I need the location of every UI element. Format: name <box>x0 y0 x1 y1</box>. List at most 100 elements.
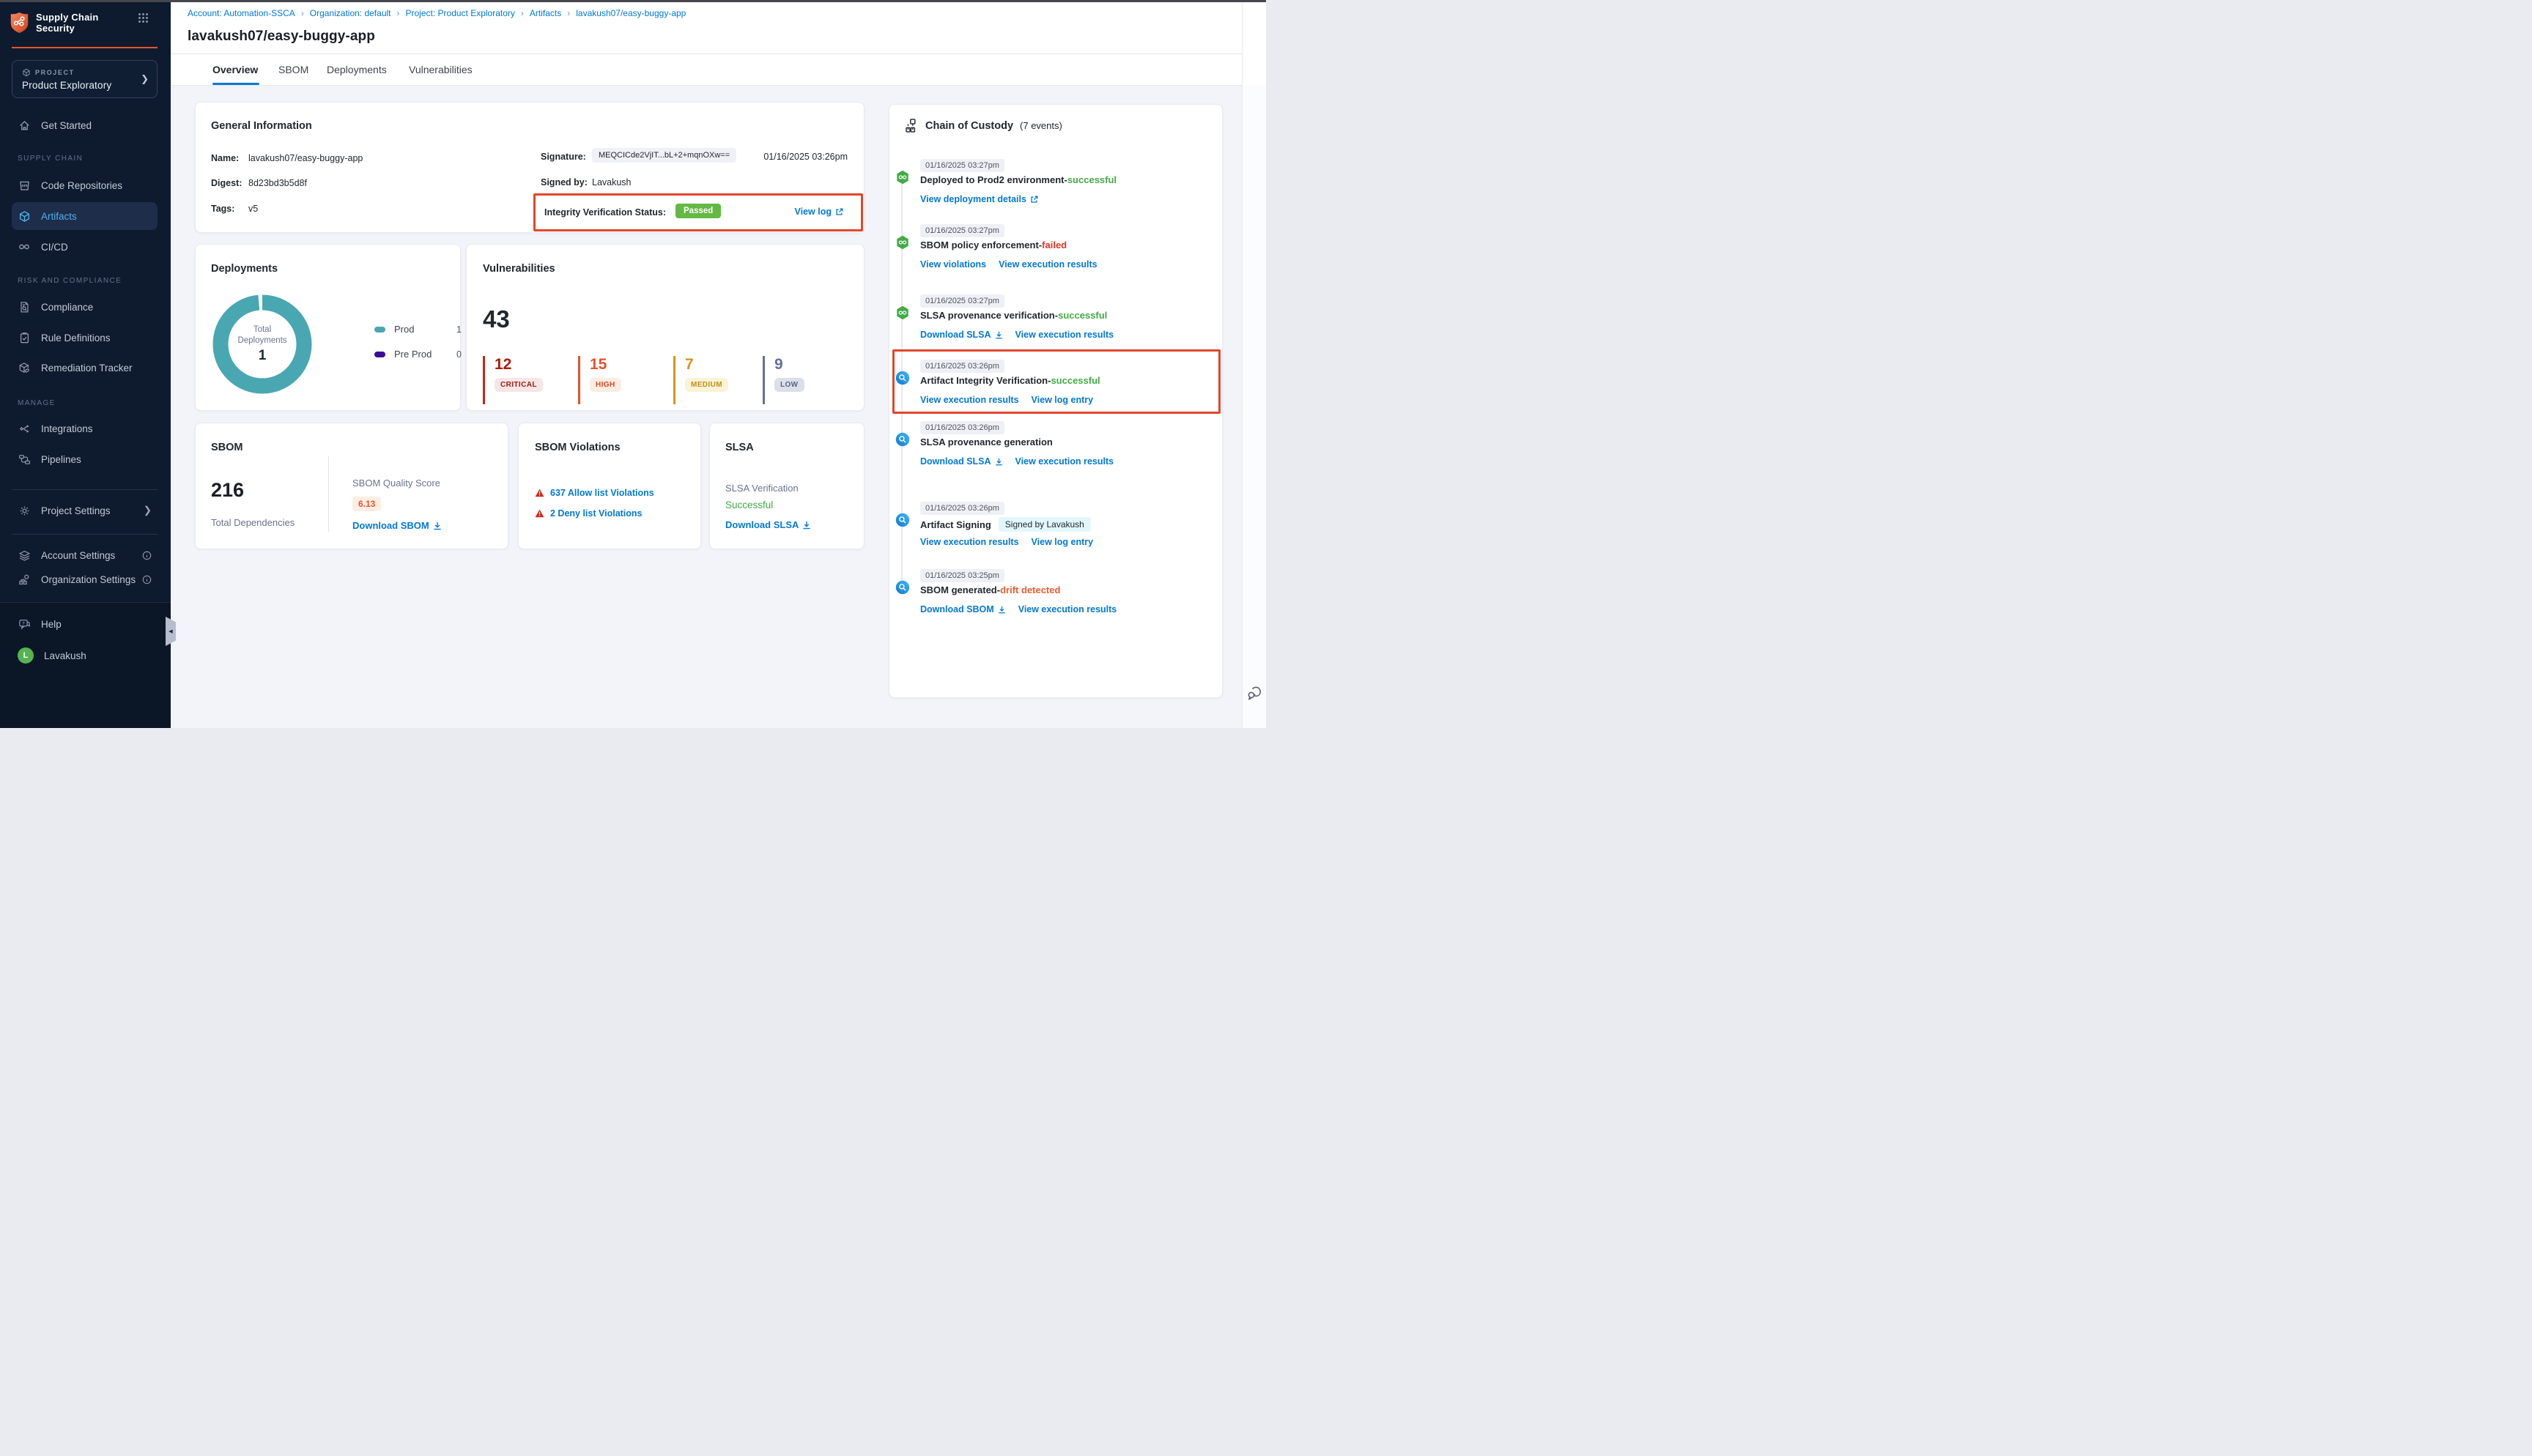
sidebar-collapse-handle[interactable]: ◀ <box>166 617 176 646</box>
sidebar-item-project-settings[interactable]: Project Settings ❯ <box>0 500 171 521</box>
warning-triangle-icon <box>535 489 544 497</box>
sidebar-item-help[interactable]: ? Help <box>0 614 171 634</box>
project-selector[interactable]: PROJECT Product Exploratory ❯ <box>12 60 158 98</box>
signed-by-value: Lavakush <box>592 177 632 187</box>
compliance-doc-icon <box>18 300 31 313</box>
allow-list-violations-link[interactable]: 637 Allow list Violations <box>535 488 654 498</box>
section-label-risk: RISK AND COMPLIANCE <box>18 277 157 285</box>
sidebar-item-remediation-tracker[interactable]: Remediation Tracker <box>0 357 171 378</box>
sidebar-item-rule-definitions[interactable]: Rule Definitions <box>0 327 171 348</box>
info-icon[interactable] <box>142 575 152 584</box>
event-timestamp: 01/16/2025 03:27pm <box>920 294 1004 308</box>
sidebar-user[interactable]: L Lavakush <box>0 645 171 666</box>
view-log-link[interactable]: View log <box>795 207 843 217</box>
legend-item-pre-prod[interactable]: Pre Prod 0 <box>374 349 462 360</box>
view-violations-link[interactable]: View violations <box>920 259 986 270</box>
sidebar-item-organization-settings[interactable]: Organization Settings <box>0 569 171 590</box>
tab-overview[interactable]: Overview <box>212 54 258 85</box>
event-timestamp: 01/16/2025 03:26pm <box>920 421 1004 434</box>
general-information-card: General Information Name: lavakush07/eas… <box>195 102 865 233</box>
view-execution-results-link[interactable]: View execution results <box>920 537 1019 547</box>
signature-value[interactable]: MEQCICde2VjIT...bL+2+mqnOXw== <box>592 148 736 163</box>
view-deployment-details-link[interactable]: View deployment details <box>920 194 1038 204</box>
event-title: Artifact Signing <box>920 519 991 530</box>
sidebar-item-account-settings[interactable]: Account Settings <box>0 545 171 565</box>
event-timestamp: 01/16/2025 03:25pm <box>920 569 1004 582</box>
view-log-entry-link[interactable]: View log entry <box>1032 395 1094 405</box>
download-icon <box>995 331 1003 339</box>
sidebar-item-cicd[interactable]: CI/CD <box>0 237 171 257</box>
scan-circle-icon <box>895 371 910 385</box>
signed-by-label: Signed by: <box>541 177 588 187</box>
active-tab-underline <box>212 83 259 85</box>
pipeline-hexagon-icon <box>895 235 910 250</box>
breadcrumb-organization[interactable]: Organization: default <box>310 8 391 18</box>
sidebar-item-get-started[interactable]: Get Started <box>0 115 171 135</box>
deny-list-violations-link[interactable]: 2 Deny list Violations <box>535 508 643 519</box>
breadcrumb: Account: Automation-SSCA › Organization:… <box>188 8 686 18</box>
breadcrumb-account[interactable]: Account: Automation-SSCA <box>188 8 295 18</box>
deployments-title: Deployments <box>211 263 278 275</box>
pre-prod-legend-marker <box>374 352 385 357</box>
breadcrumb-separator-icon: › <box>301 8 304 18</box>
scan-circle-icon <box>895 513 910 527</box>
sidebar-item-integrations[interactable]: Integrations <box>0 418 171 439</box>
sbom-title: SBOM <box>211 442 243 453</box>
module-grid-icon[interactable] <box>138 12 149 23</box>
breadcrumb-current[interactable]: lavakush07/easy-buggy-app <box>576 8 686 18</box>
vulnerabilities-total: 43 <box>483 305 510 333</box>
vulnerabilities-card: Vulnerabilities 43 12 CRITICAL 15 HIGH 7… <box>466 244 865 411</box>
view-execution-results-link[interactable]: View execution results <box>920 395 1019 405</box>
legend-item-prod[interactable]: Prod 1 <box>374 324 462 335</box>
view-execution-results-link[interactable]: View execution results <box>999 259 1097 270</box>
rule-definitions-clipboard-icon <box>18 331 31 344</box>
gear-icon <box>18 504 31 517</box>
download-slsa-link[interactable]: Download SLSA <box>725 519 811 530</box>
high-badge: HIGH <box>590 378 621 392</box>
project-label: PROJECT <box>35 69 75 76</box>
sidebar-divider <box>12 489 158 490</box>
download-icon <box>995 458 1003 466</box>
pipeline-hexagon-icon <box>895 170 910 185</box>
download-slsa-link[interactable]: Download SLSA <box>920 330 1003 340</box>
view-execution-results-link[interactable]: View execution results <box>1018 604 1117 614</box>
event-title: SBOM generated <box>920 584 997 595</box>
slsa-title: SLSA <box>725 442 754 453</box>
chain-of-custody-card: Chain of Custody (7 events) 01/16/2025 0… <box>889 104 1223 698</box>
tab-deployments[interactable]: Deployments <box>327 54 387 85</box>
download-sbom-link[interactable]: Download SBOM <box>352 520 442 531</box>
event-sbom-generated: 01/16/2025 03:25pm SBOM generated - drif… <box>920 568 1209 582</box>
cicd-infinity-icon <box>18 240 31 253</box>
view-execution-results-link[interactable]: View execution results <box>1015 330 1114 340</box>
sidebar-item-artifacts[interactable]: Artifacts <box>0 206 171 226</box>
support-chat-icon[interactable] <box>1246 685 1263 702</box>
view-log-entry-link[interactable]: View log entry <box>1032 537 1094 547</box>
sidebar-item-pipelines[interactable]: Pipelines <box>0 449 171 469</box>
sbom-total: 216 <box>211 479 244 502</box>
low-badge: LOW <box>774 378 804 392</box>
sidebar-item-code-repositories[interactable]: Code Repositories <box>0 175 171 196</box>
project-cube-icon <box>22 68 31 77</box>
integrity-label: Integrity Verification Status: <box>544 207 666 218</box>
view-execution-results-link[interactable]: View execution results <box>1015 456 1114 467</box>
slsa-card: SLSA SLSA Verification Successful Downlo… <box>709 423 865 549</box>
deployments-card: Deployments Total Deployments 1 Prod 1 P… <box>195 244 461 411</box>
tab-vulnerabilities[interactable]: Vulnerabilities <box>409 54 473 85</box>
tab-sbom[interactable]: SBOM <box>278 54 308 85</box>
sidebar-item-compliance[interactable]: Compliance <box>0 297 171 317</box>
info-icon[interactable] <box>142 551 152 560</box>
breadcrumb-artifacts[interactable]: Artifacts <box>530 8 561 18</box>
sidebar-divider <box>12 534 158 535</box>
breadcrumb-project[interactable]: Project: Product Exploratory <box>406 8 515 18</box>
download-slsa-link[interactable]: Download SLSA <box>920 456 1003 467</box>
tab-strip: Overview SBOM Deployments Vulnerabilitie… <box>171 54 1266 86</box>
sidebar: Supply Chain Security PROJECT Product Ex… <box>0 0 171 728</box>
tags-label: Tags: <box>211 204 234 214</box>
event-artifact-signing: 01/16/2025 03:26pm Artifact Signing Sign… <box>920 501 1209 515</box>
event-timestamp: 01/16/2025 03:26pm <box>920 502 1004 515</box>
section-label-supply-chain: SUPPLY CHAIN <box>18 155 157 163</box>
download-sbom-link[interactable]: Download SBOM <box>920 604 1006 614</box>
event-title: SBOM policy enforcement <box>920 239 1039 250</box>
signature-date: 01/16/2025 03:26pm <box>763 152 848 162</box>
event-status: successful <box>1067 174 1117 185</box>
